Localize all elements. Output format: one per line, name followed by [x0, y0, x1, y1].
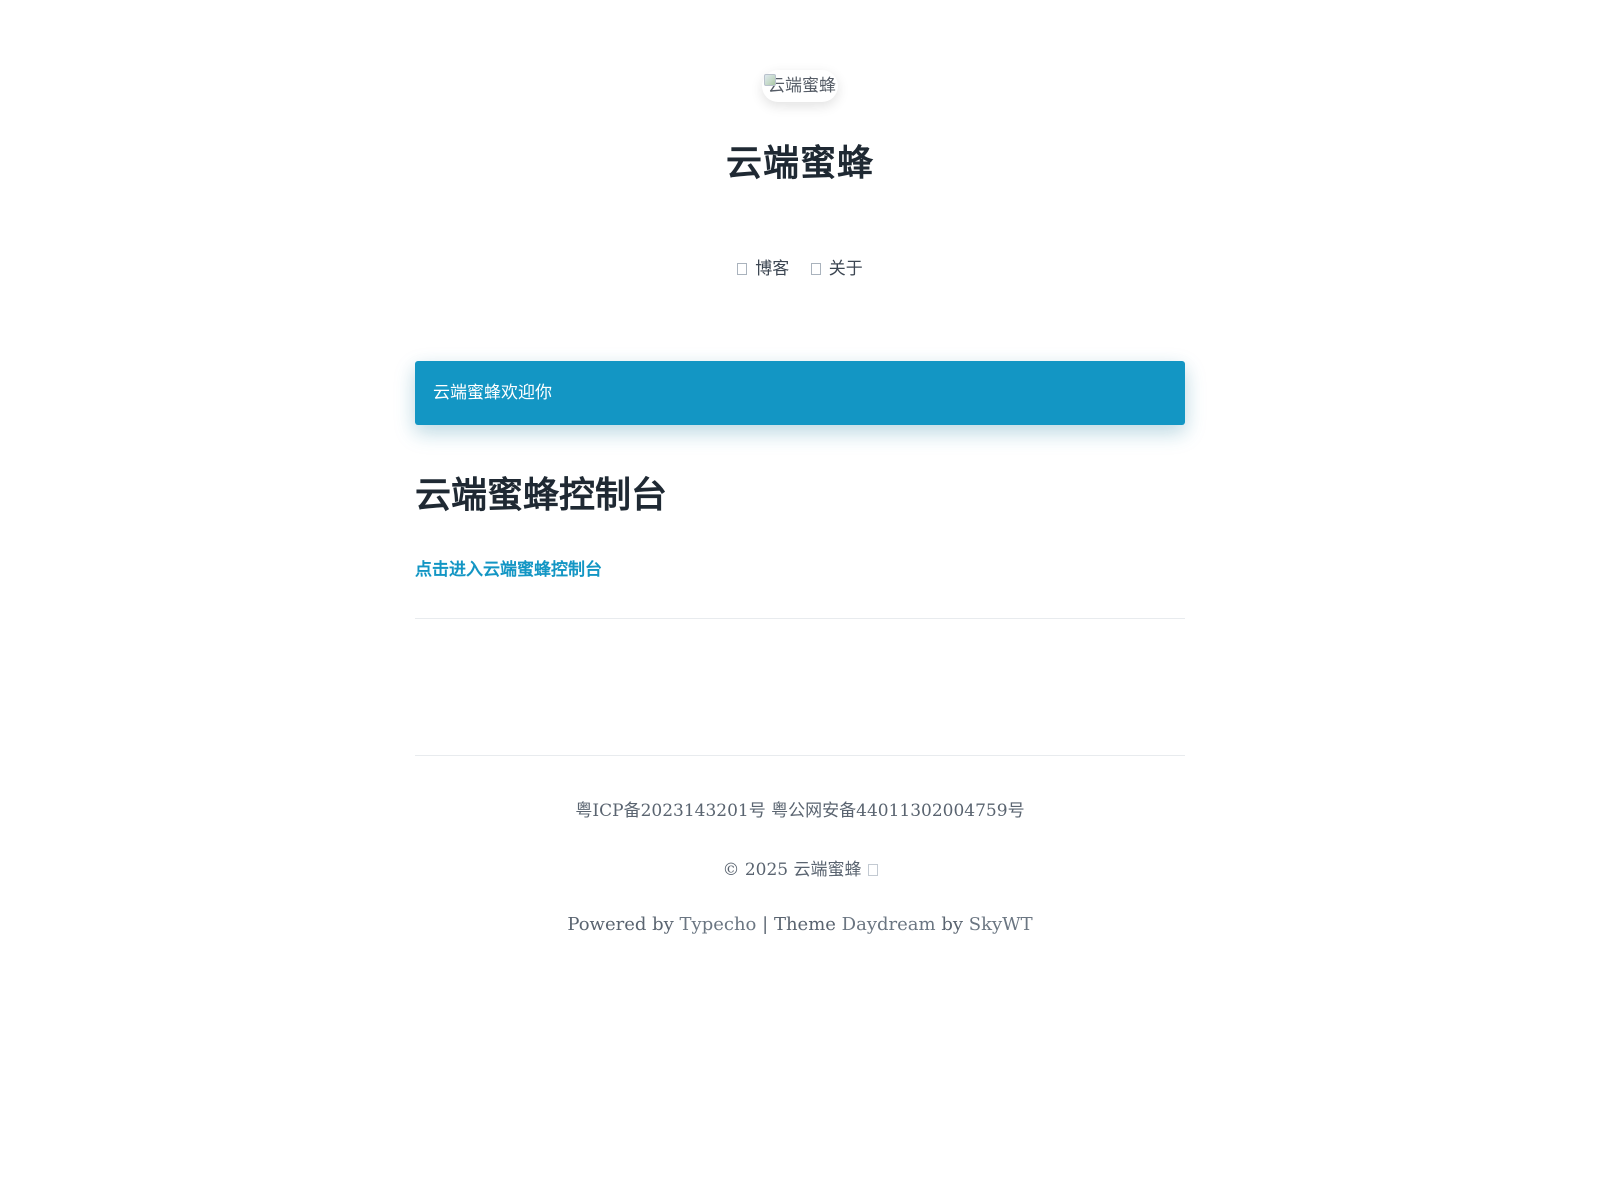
icp-record[interactable]: 粤ICP备2023143201号 粤公网安备44011302004759号	[415, 796, 1185, 821]
site-title[interactable]: 云端蜜蜂	[415, 134, 1185, 186]
main-nav: 博客 关于	[415, 254, 1185, 279]
site-header: 云端蜜蜂 云端蜜蜂 博客 关于	[415, 0, 1185, 279]
nav-item-label: 关于	[828, 259, 863, 279]
typecho-link[interactable]: Typecho	[680, 914, 757, 935]
nav-item-label: 博客	[755, 259, 790, 279]
site-footer: 粤ICP备2023143201号 粤公网安备44011302004759号 © …	[415, 796, 1185, 935]
post-title[interactable]: 云端蜜蜂控制台	[415, 469, 1185, 521]
page: 云端蜜蜂 云端蜜蜂 博客 关于 云端蜜蜂欢迎你 云端蜜蜂控制台 点击进入云端蜜蜂…	[0, 0, 1600, 1200]
heart-icon	[867, 864, 878, 876]
footer-divider	[415, 755, 1185, 756]
post: 云端蜜蜂控制台 点击进入云端蜜蜂控制台	[415, 469, 1185, 580]
about-icon	[810, 263, 821, 275]
main-container: 云端蜜蜂 云端蜜蜂 博客 关于 云端蜜蜂欢迎你 云端蜜蜂控制台 点击进入云端蜜蜂…	[415, 0, 1185, 935]
powered-by: Powered by Typecho | Theme Daydream by S…	[415, 914, 1185, 935]
by-text: by	[941, 914, 964, 935]
blog-icon	[737, 263, 748, 275]
author-link[interactable]: SkyWT	[969, 914, 1033, 935]
console-link[interactable]: 点击进入云端蜜蜂控制台	[415, 555, 602, 580]
copyright-text: © 2025 云端蜜蜂	[722, 860, 862, 880]
nav-item-blog[interactable]: 博客	[737, 254, 789, 279]
site-avatar[interactable]: 云端蜜蜂	[762, 70, 838, 102]
nav-item-about[interactable]: 关于	[810, 254, 863, 279]
copyright: © 2025 云端蜜蜂	[415, 855, 1185, 880]
separator: |	[762, 914, 769, 935]
broken-image-icon	[764, 74, 776, 86]
powered-prefix: Powered by	[567, 914, 674, 935]
welcome-banner: 云端蜜蜂欢迎你	[415, 361, 1185, 425]
theme-prefix: Theme	[773, 914, 836, 935]
divider	[415, 618, 1185, 619]
theme-link[interactable]: Daydream	[842, 914, 936, 935]
